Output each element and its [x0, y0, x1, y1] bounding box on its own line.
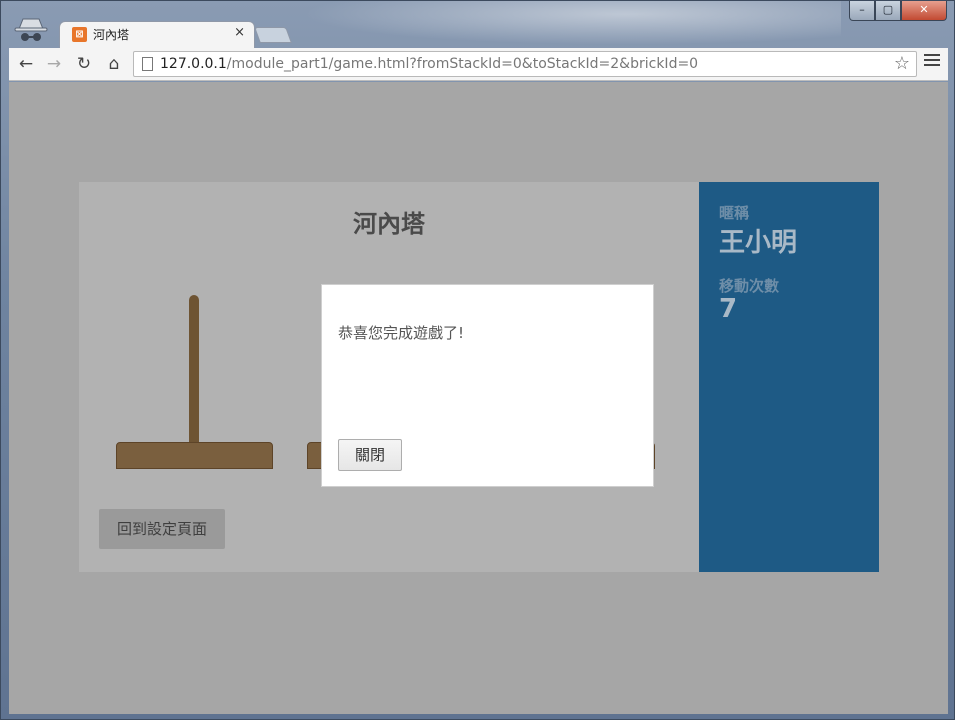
nickname-value: 王小明 — [719, 228, 798, 258]
reload-icon[interactable]: ↻ — [73, 53, 95, 75]
url-text: 127.0.0.1/module_part1/game.html?fromSta… — [160, 56, 698, 72]
page-icon — [142, 57, 153, 71]
tower-base-1[interactable] — [116, 442, 273, 469]
browser-toolbar: ← → ↻ ⌂ 127.0.0.1/module_part1/game.html… — [9, 48, 948, 81]
url-path: /module_part1/game.html?fromStackId=0&to… — [226, 56, 699, 72]
window-controls: – ▢ ✕ — [849, 1, 949, 21]
new-tab-button[interactable] — [254, 27, 292, 43]
titlebar-background — [301, 1, 841, 45]
back-to-settings-button[interactable]: 回到設定頁面 — [99, 509, 225, 549]
nickname-label: 暱稱 — [719, 204, 750, 222]
tab-active[interactable]: ⊠ 河內塔 × — [59, 21, 255, 49]
favicon-icon: ⊠ — [72, 27, 87, 42]
moves-label: 移動次數 — [719, 277, 780, 295]
minimize-button[interactable]: – — [849, 1, 875, 21]
close-window-button[interactable]: ✕ — [901, 1, 947, 21]
tower-pole-1 — [189, 295, 199, 445]
back-arrow-icon[interactable]: ← — [15, 53, 37, 75]
completion-dialog: 恭喜您完成遊戲了! 關閉 — [321, 284, 654, 487]
maximize-button[interactable]: ▢ — [875, 1, 901, 21]
close-dialog-button[interactable]: 關閉 — [338, 439, 402, 471]
tab-title: 河內塔 — [93, 28, 130, 42]
page-viewport: 河內塔 回到設定頁面 暱稱 王小明 移動次數 7 恭喜您完成遊戲了! 關閉 — [9, 82, 948, 714]
incognito-icon — [14, 18, 48, 41]
browser-menu-icon[interactable] — [924, 54, 940, 70]
dialog-message: 恭喜您完成遊戲了! — [338, 324, 465, 342]
home-icon[interactable]: ⌂ — [103, 53, 125, 75]
address-bar[interactable]: 127.0.0.1/module_part1/game.html?fromSta… — [133, 51, 917, 77]
moves-value: 7 — [719, 294, 738, 324]
info-panel: 暱稱 王小明 移動次數 7 — [699, 182, 879, 572]
forward-arrow-icon[interactable]: → — [43, 53, 65, 75]
url-host: 127.0.0.1 — [160, 56, 227, 72]
tab-close-icon[interactable]: × — [234, 25, 245, 40]
browser-window: ⊠ 河內塔 × – ▢ ✕ ← → ↻ ⌂ 127.0.0.1/module_p… — [0, 0, 955, 720]
bookmark-star-icon[interactable]: ☆ — [894, 53, 910, 74]
page-title: 河內塔 — [353, 210, 425, 238]
